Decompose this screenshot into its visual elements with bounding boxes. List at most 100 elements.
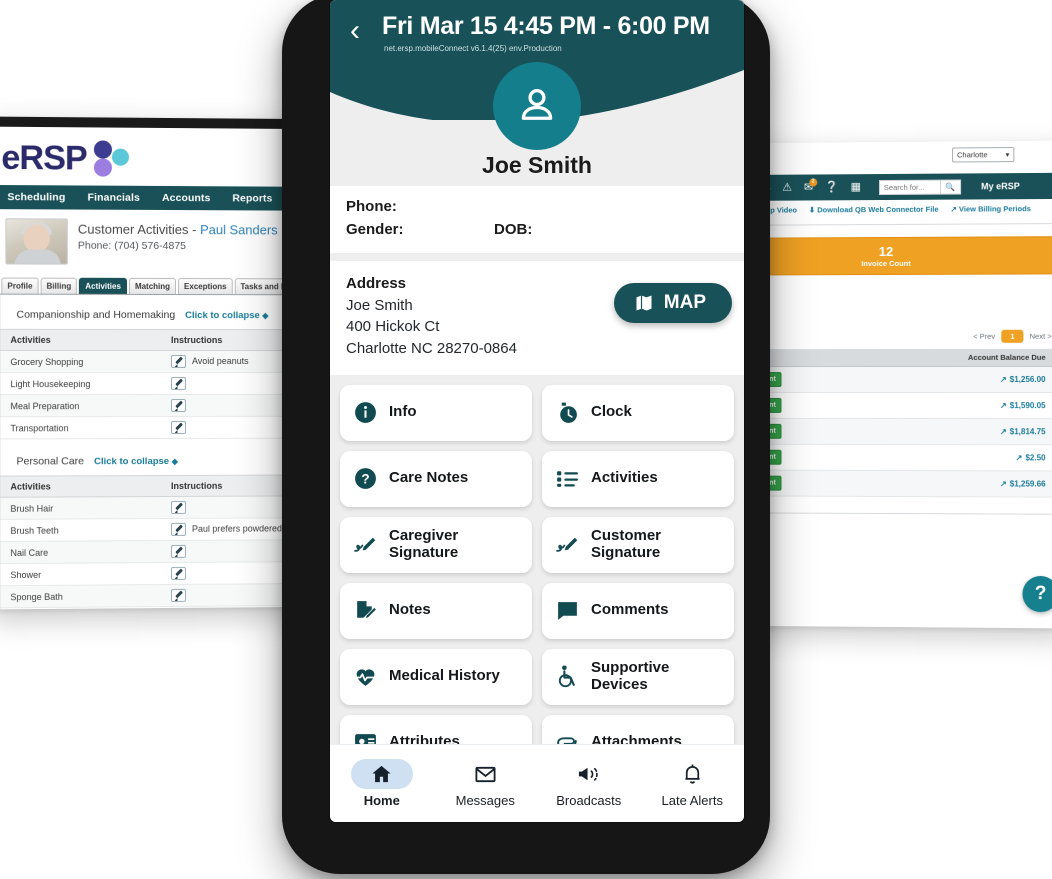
pager-prev[interactable]: < Prev bbox=[973, 332, 995, 341]
activity-name: Sponge Bath bbox=[0, 584, 162, 608]
my-ersp-menu[interactable]: My eRSP bbox=[981, 181, 1020, 191]
kpi-label: Invoice Count bbox=[861, 259, 911, 269]
signature-icon bbox=[554, 532, 580, 558]
tile-comments[interactable]: Comments bbox=[542, 582, 734, 639]
section-title: Companionship and Homemaking bbox=[16, 308, 176, 322]
activity-name: Grocery Shopping bbox=[0, 350, 162, 373]
help-floating-button[interactable]: ? bbox=[1022, 575, 1052, 613]
link-view-billing-periods[interactable]: ↗ View Billing Periods bbox=[951, 204, 1031, 213]
page-title: Customer Activities - Paul Sanders bbox=[78, 219, 278, 238]
balance-amount: $2.50 bbox=[1025, 453, 1046, 463]
map-button-label: MAP bbox=[663, 292, 706, 313]
activity-name: Light Housekeeping bbox=[0, 372, 162, 395]
kpi-value: 12 bbox=[878, 243, 894, 260]
external-link-icon: ↗ bbox=[999, 401, 1007, 411]
edit-pencil-icon[interactable] bbox=[170, 500, 186, 514]
instruction-text bbox=[186, 502, 192, 512]
balance-cell[interactable]: ↗ $2.50 bbox=[870, 444, 1052, 472]
tile-info[interactable]: Info bbox=[340, 384, 532, 441]
edit-pencil-icon[interactable] bbox=[170, 544, 186, 558]
comment-icon bbox=[554, 598, 580, 624]
tile-label: Activities bbox=[591, 469, 658, 487]
bottom-nav-messages[interactable]: Messages bbox=[441, 759, 529, 808]
bottom-nav-label: Home bbox=[363, 793, 400, 808]
chevron-down-icon: ◆ bbox=[262, 311, 269, 321]
balance-amount: $1,256.00 bbox=[1009, 375, 1046, 385]
tab-activities[interactable]: Activities bbox=[79, 277, 127, 294]
nav-item-reports[interactable]: Reports bbox=[232, 192, 272, 204]
alert-triangle-icon[interactable]: ⚠ bbox=[782, 181, 792, 193]
link-download-qb-web-connector[interactable]: ⬇ Download QB Web Connector File bbox=[809, 205, 939, 215]
grid-apps-icon[interactable]: ▦ bbox=[851, 181, 861, 193]
edit-pencil-icon[interactable] bbox=[170, 566, 186, 580]
tile-label: Notes bbox=[389, 601, 431, 619]
customer-name-link[interactable]: Paul Sanders bbox=[200, 222, 278, 237]
balance-cell[interactable]: ↗ $1,590.05 bbox=[870, 392, 1052, 419]
gender-label: Gender: bbox=[346, 220, 404, 238]
tile-label: Supportive Devices bbox=[591, 659, 670, 693]
tile-medical-history[interactable]: Medical History bbox=[340, 648, 532, 705]
collapse-link-companionship[interactable]: Click to collapse ◆ bbox=[185, 310, 268, 321]
activity-name: Toileting bbox=[0, 606, 162, 610]
edit-pencil-icon[interactable] bbox=[170, 398, 186, 412]
bottom-nav-late-alerts[interactable]: Late Alerts bbox=[648, 759, 736, 808]
nav-item-scheduling[interactable]: Scheduling bbox=[7, 191, 65, 203]
nav-item-financials[interactable]: Financials bbox=[87, 192, 139, 204]
dob-label: DOB: bbox=[494, 220, 533, 238]
external-link-icon: ↗ bbox=[999, 427, 1007, 437]
address-block: Address Joe Smith 400 Hickok Ct Charlott… bbox=[330, 261, 744, 375]
chevron-down-icon: ◆ bbox=[171, 456, 178, 466]
tile-clock[interactable]: Clock bbox=[542, 384, 734, 441]
bottom-nav-label: Broadcasts bbox=[556, 793, 622, 808]
tile-notes[interactable]: Notes bbox=[340, 582, 532, 639]
search-icon[interactable]: 🔍 bbox=[940, 178, 961, 195]
tile-caregiver-signature[interactable]: Caregiver Signature bbox=[340, 516, 532, 573]
help-circle-icon[interactable]: ❔ bbox=[825, 181, 839, 193]
balance-cell[interactable]: ↗ $1,259.66 bbox=[870, 470, 1052, 498]
tile-activities[interactable]: Activities bbox=[542, 450, 734, 507]
balance-amount: $1,259.66 bbox=[1009, 479, 1046, 489]
edit-pencil-icon[interactable] bbox=[170, 420, 186, 434]
section-title: Personal Care bbox=[16, 455, 85, 468]
tab-profile[interactable]: Profile bbox=[1, 277, 39, 294]
edit-pencil-icon[interactable] bbox=[170, 588, 186, 602]
tile-label: Caregiver Signature bbox=[389, 527, 459, 561]
balance-cell[interactable]: ↗ $1,814.75 bbox=[870, 418, 1052, 446]
person-icon bbox=[521, 89, 553, 120]
tile-label: Comments bbox=[591, 601, 669, 619]
nav-item-accounts[interactable]: Accounts bbox=[162, 192, 211, 204]
question-icon: ? bbox=[352, 466, 378, 492]
tile-supportive-devices[interactable]: Supportive Devices bbox=[542, 648, 734, 705]
mobile-screen: ‹ Fri Mar 15 4:45 PM - 6:00 PM net.ersp.… bbox=[330, 0, 744, 822]
external-link-icon: ↗ bbox=[1015, 453, 1023, 463]
map-button[interactable]: MAP bbox=[613, 283, 732, 323]
app-version-subtitle: net.ersp.mobileConnect v6.1.4(25) env.Pr… bbox=[384, 44, 562, 53]
pager-next[interactable]: Next > bbox=[1030, 332, 1052, 341]
heart-pulse-icon bbox=[352, 664, 378, 690]
chevron-down-icon: ▾ bbox=[1005, 150, 1010, 160]
edit-pencil-icon[interactable] bbox=[170, 355, 186, 368]
collapse-link-personal-care[interactable]: Click to collapse ◆ bbox=[94, 456, 178, 467]
tile-customer-signature[interactable]: Customer Signature bbox=[542, 516, 734, 573]
tab-billing[interactable]: Billing bbox=[40, 277, 78, 294]
activity-name: Meal Preparation bbox=[0, 394, 162, 417]
mobile-device-frame: ‹ Fri Mar 15 4:45 PM - 6:00 PM net.ersp.… bbox=[282, 0, 770, 874]
location-select[interactable]: Charlotte ▾ bbox=[952, 147, 1015, 163]
location-select-value: Charlotte bbox=[957, 150, 988, 160]
search-input[interactable] bbox=[878, 179, 941, 195]
tab-matching[interactable]: Matching bbox=[128, 277, 177, 295]
edit-pencil-icon[interactable] bbox=[170, 522, 186, 536]
tile-care-notes[interactable]: ? Care Notes bbox=[340, 450, 532, 507]
tab-exceptions[interactable]: Exceptions bbox=[178, 278, 233, 295]
section-gap bbox=[330, 253, 744, 261]
activity-name: Shower bbox=[0, 562, 162, 586]
edit-pencil-icon[interactable] bbox=[170, 376, 186, 390]
messages-icon[interactable]: ✉ 2 bbox=[804, 177, 818, 193]
balance-cell[interactable]: ↗ $1,256.00 bbox=[870, 366, 1052, 393]
pager-current-page[interactable]: 1 bbox=[1001, 330, 1024, 344]
mobile-header: ‹ Fri Mar 15 4:45 PM - 6:00 PM net.ersp.… bbox=[330, 0, 744, 186]
bottom-nav-home[interactable]: Home bbox=[338, 759, 426, 808]
bottom-nav-broadcasts[interactable]: Broadcasts bbox=[545, 759, 633, 808]
list-icon bbox=[554, 466, 580, 492]
back-chevron-left-icon[interactable]: ‹ bbox=[350, 16, 360, 46]
